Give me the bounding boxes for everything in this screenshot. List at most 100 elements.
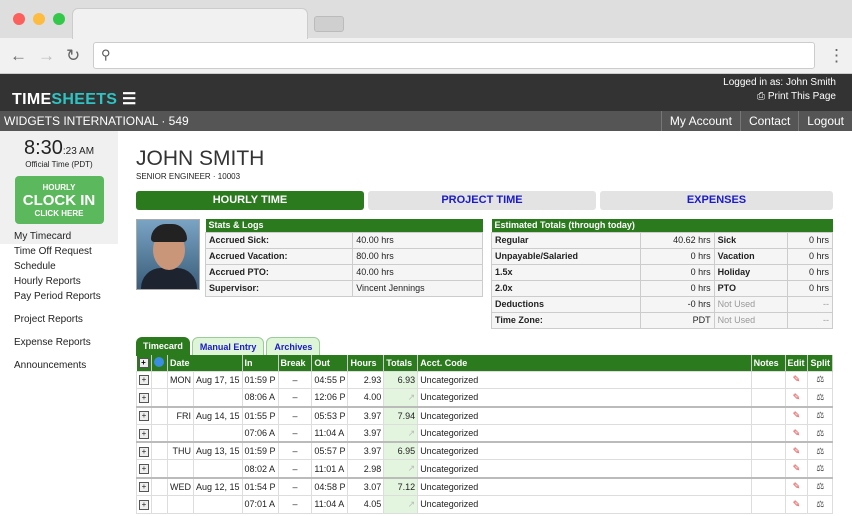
- minimize-window-icon[interactable]: [33, 13, 45, 25]
- estimate-value: --: [787, 311, 833, 329]
- browser-tab[interactable]: [72, 8, 308, 39]
- totals-cell: 7.12: [383, 476, 419, 497]
- acct-code-cell[interactable]: Uncategorized: [417, 423, 752, 443]
- notes-cell[interactable]: [750, 405, 786, 425]
- split-icon[interactable]: ⚖: [807, 459, 833, 479]
- notes-cell[interactable]: [750, 459, 786, 479]
- edit-icon[interactable]: ✎: [784, 388, 809, 408]
- expand-row-icon[interactable]: +: [136, 441, 152, 461]
- totals-cell: 6.93: [383, 370, 419, 390]
- expand-row-icon[interactable]: +: [136, 388, 152, 408]
- company-name: WIDGETS INTERNATIONAL · 549: [4, 114, 189, 128]
- notes-cell[interactable]: [750, 476, 786, 497]
- stats-logs-table: Stats & Logs Accrued Sick: 40.00 hrs Accru…: [204, 219, 483, 297]
- expand-row-icon[interactable]: +: [136, 405, 152, 425]
- official-time-label: Official Time (PDT): [25, 160, 93, 169]
- acct-code-cell[interactable]: Uncategorized: [417, 459, 752, 479]
- estimate-row: 2.0x 0 hrs PTO 0 hrs: [491, 279, 833, 297]
- totals-cell: ↗: [383, 423, 419, 443]
- tab-hourly-time[interactable]: HOURLY TIME: [136, 191, 364, 210]
- acct-code-cell[interactable]: Uncategorized: [417, 441, 752, 461]
- sidebar-item-time-off-request[interactable]: Time Off Request: [0, 244, 118, 259]
- expand-row-icon[interactable]: +: [136, 370, 152, 390]
- maximize-window-icon[interactable]: [53, 13, 65, 25]
- split-icon[interactable]: ⚖: [807, 476, 833, 497]
- expand-row-icon[interactable]: +: [136, 495, 152, 514]
- forward-icon[interactable]: →: [38, 46, 55, 66]
- in-cell: 01:55 P: [241, 405, 279, 425]
- my-account-link[interactable]: My Account: [660, 111, 740, 131]
- logo[interactable]: TIMESHEETS ☰: [12, 89, 137, 109]
- estimate-value: 0 hrs: [639, 279, 715, 297]
- tab-expenses[interactable]: EXPENSES: [600, 191, 833, 210]
- sidebar-item-schedule[interactable]: Schedule: [0, 259, 118, 274]
- edit-icon[interactable]: ✎: [784, 476, 809, 497]
- acct-code-cell[interactable]: Uncategorized: [417, 495, 752, 514]
- split-icon[interactable]: ⚖: [807, 495, 833, 514]
- reload-icon[interactable]: ↻: [66, 46, 80, 66]
- acct-code-cell[interactable]: Uncategorized: [417, 388, 752, 408]
- sidebar-item-expense-reports[interactable]: Expense Reports: [0, 335, 118, 350]
- sidebar-item-project-reports[interactable]: Project Reports: [0, 312, 118, 327]
- logout-link[interactable]: Logout: [798, 111, 852, 131]
- date-cell: [192, 423, 243, 443]
- col-out: Out: [311, 355, 349, 371]
- estimate-label: Regular: [491, 231, 641, 249]
- sidebar-item-announcements[interactable]: Announcements: [0, 358, 118, 373]
- out-cell: 11:01 A: [311, 459, 349, 479]
- acct-code-cell[interactable]: Uncategorized: [417, 405, 752, 425]
- edit-icon[interactable]: ✎: [784, 441, 809, 461]
- stats-row: Supervisor: Vincent Jennings: [204, 279, 483, 297]
- close-window-icon[interactable]: [13, 13, 25, 25]
- clock-in-button[interactable]: HOURLY CLOCK IN CLICK HERE: [14, 176, 104, 224]
- edit-icon[interactable]: ✎: [784, 495, 809, 514]
- split-icon[interactable]: ⚖: [807, 370, 833, 390]
- edit-icon[interactable]: ✎: [784, 423, 809, 443]
- print-link[interactable]: ⎙ Print This Page: [723, 90, 836, 104]
- expand-row-icon[interactable]: +: [136, 459, 152, 479]
- official-clock: 8:30:23 AM: [23, 137, 95, 159]
- notes-cell[interactable]: [750, 388, 786, 408]
- expand-row-icon[interactable]: +: [136, 423, 152, 443]
- menu-icon[interactable]: ⋮: [828, 46, 845, 66]
- tab-archives[interactable]: Archives: [266, 337, 321, 356]
- tab-project-time[interactable]: PROJECT TIME: [368, 191, 596, 210]
- tab-manual-entry[interactable]: Manual Entry: [191, 337, 265, 356]
- estimate-label: Not Used: [713, 311, 789, 329]
- date-cell: [192, 459, 243, 479]
- stat-label: Supervisor:: [204, 279, 354, 297]
- acct-code-cell[interactable]: Uncategorized: [417, 370, 752, 390]
- expand-row-icon[interactable]: +: [136, 476, 152, 497]
- back-icon[interactable]: ←: [10, 46, 27, 66]
- notes-cell[interactable]: [750, 370, 786, 390]
- notes-cell[interactable]: [750, 441, 786, 461]
- expand-all-icon[interactable]: +: [138, 358, 149, 369]
- notes-cell[interactable]: [750, 423, 786, 443]
- notes-cell[interactable]: [750, 495, 786, 514]
- split-icon[interactable]: ⚖: [807, 388, 833, 408]
- sidebar-item-pay-period-reports[interactable]: Pay Period Reports: [0, 289, 118, 304]
- browser-chrome: ← → ↻ ⚲ ⋮: [0, 0, 852, 74]
- new-tab-button[interactable]: [314, 16, 344, 32]
- edit-icon[interactable]: ✎: [784, 459, 809, 479]
- info-cell: [151, 495, 168, 514]
- contact-link[interactable]: Contact: [739, 111, 798, 131]
- estimate-label: Sick: [713, 231, 789, 249]
- out-cell: 11:04 A: [311, 423, 349, 443]
- tab-timecard[interactable]: Timecard: [136, 337, 190, 356]
- info-icon[interactable]: [154, 356, 164, 367]
- edit-icon[interactable]: ✎: [784, 405, 809, 425]
- sidebar-item-hourly-reports[interactable]: Hourly Reports: [0, 274, 118, 289]
- hours-cell: 3.97: [347, 405, 385, 425]
- acct-code-cell[interactable]: Uncategorized: [417, 476, 752, 497]
- estimate-row: Time Zone: PDT Not Used --: [491, 311, 833, 329]
- sidebar-item-my-timecard[interactable]: My Timecard: [0, 229, 118, 244]
- arrow-icon: ↗: [407, 463, 416, 474]
- split-icon[interactable]: ⚖: [807, 423, 833, 443]
- arrow-icon: ↗: [407, 498, 416, 509]
- edit-icon[interactable]: ✎: [784, 370, 809, 390]
- address-bar[interactable]: ⚲: [93, 42, 815, 69]
- estimate-row: Deductions -0 hrs Not Used --: [491, 295, 833, 313]
- split-icon[interactable]: ⚖: [807, 441, 833, 461]
- split-icon[interactable]: ⚖: [807, 405, 833, 425]
